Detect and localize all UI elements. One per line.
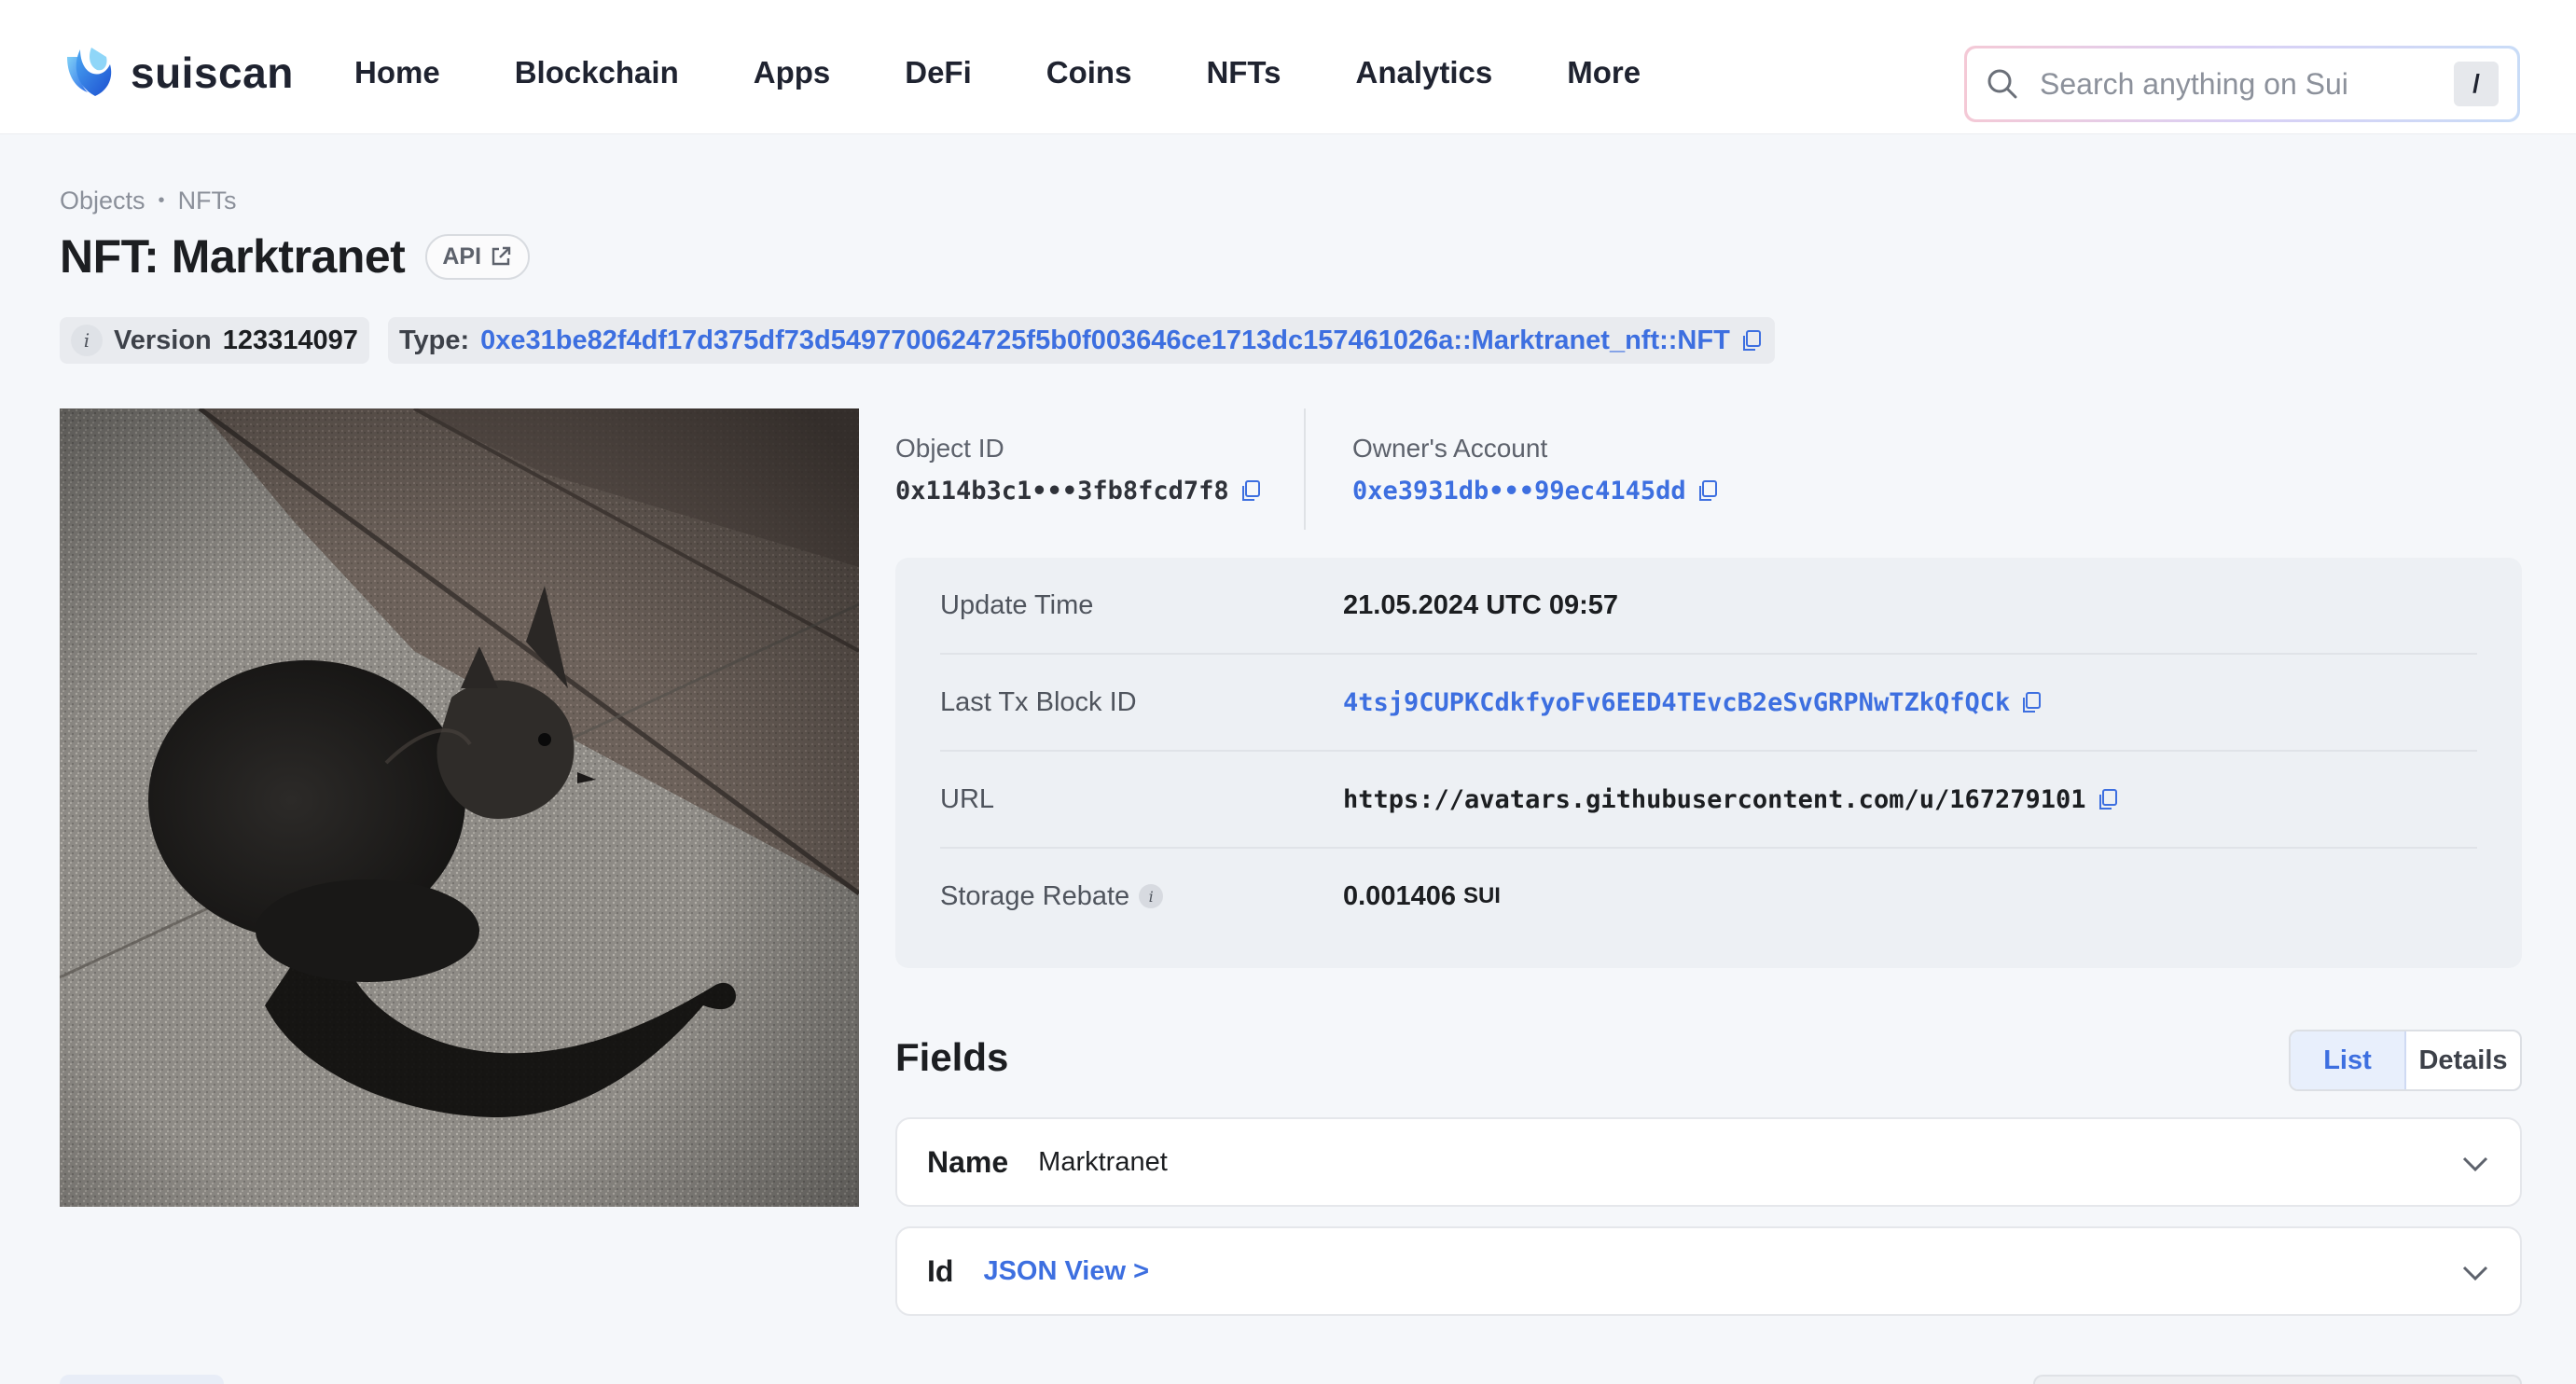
owner-value-row: 0xe3931db•••99ec4145dd [1352, 477, 1720, 505]
properties-card: Update Time 21.05.2024 UTC 09:57 Last Tx… [895, 558, 2522, 968]
nft-image-cat-photo [60, 408, 859, 1207]
meta-row: i Version 123314097 Type: 0xe31be82f4df1… [60, 317, 1775, 364]
version-label: Version [114, 325, 212, 355]
suiscan-logo-icon [67, 48, 112, 96]
nav-coins[interactable]: Coins [1009, 55, 1170, 90]
type-chip: Type: 0xe31be82f4df17d375df73d5497700624… [387, 317, 1775, 364]
update-time-value: 21.05.2024 UTC 09:57 [1343, 589, 1619, 620]
field-name: Name [927, 1144, 1009, 1179]
nav-nfts[interactable]: NFTs [1169, 55, 1318, 90]
copy-icon[interactable] [1696, 478, 1720, 503]
copy-icon[interactable] [2019, 690, 2043, 714]
info-icon[interactable]: i [1139, 884, 1164, 908]
search-icon [1987, 69, 2017, 99]
url-label: URL [940, 783, 995, 814]
search-shortcut-key: / [2454, 62, 2499, 106]
field-name: Id [927, 1253, 954, 1288]
details-view-button[interactable]: Details [2406, 1031, 2520, 1089]
storage-rebate-unit: SUI [1462, 883, 1501, 908]
storage-label-row: Storage Rebate i [940, 881, 1343, 912]
nav-more[interactable]: More [1530, 55, 1678, 90]
search-inner: / [1967, 48, 2517, 119]
nav-analytics[interactable]: Analytics [1319, 55, 1530, 90]
copy-icon[interactable] [1739, 328, 1764, 353]
copy-icon[interactable] [2096, 787, 2120, 811]
field-value: Marktranet [1038, 1146, 1168, 1177]
main-nav: Home Blockchain Apps DeFi Coins NFTs Ana… [317, 41, 1678, 104]
object-id-value: 0x114b3c1•••3fb8fcd7f8 [895, 476, 1229, 505]
property-row: Storage Rebate i 0.001406 SUI [940, 849, 2477, 944]
nav-apps[interactable]: Apps [716, 55, 868, 90]
owner-address-link[interactable]: 0xe3931db•••99ec4145dd [1352, 477, 1686, 505]
page-title-row: NFT: Marktranet API [60, 224, 531, 289]
breadcrumb-objects[interactable]: Objects [60, 187, 145, 215]
list-view-button[interactable]: List [2291, 1031, 2406, 1089]
type-label: Type: [398, 325, 470, 355]
bottom-tab-partial [60, 1375, 224, 1384]
object-id-block: Object ID 0x114b3c1•••3fb8fcd7f8 [895, 408, 1306, 530]
nav-defi[interactable]: DeFi [867, 55, 1009, 90]
copy-icon[interactable] [1239, 478, 1263, 503]
property-row: URL https://avatars.githubusercontent.co… [940, 752, 2477, 849]
suiscan-logo[interactable]: suiscan [60, 41, 294, 104]
version-value: 123314097 [222, 325, 358, 355]
owner-label: Owner's Account [1352, 433, 1548, 463]
json-view-link[interactable]: JSON View > [983, 1256, 1149, 1287]
update-time-label: Update Time [940, 589, 1094, 620]
url-value-row: https://avatars.githubusercontent.com/u/… [1343, 785, 2120, 814]
property-row: Last Tx Block ID 4tsj9CUPKCdkfyoFv6EED4T… [940, 655, 2477, 752]
breadcrumb-separator: • [158, 190, 165, 211]
nft-image [60, 408, 859, 1207]
breadcrumb-nfts[interactable]: NFTs [178, 187, 237, 215]
search-input[interactable] [2038, 65, 2454, 103]
storage-rebate-label: Storage Rebate [940, 880, 1130, 911]
property-row: Update Time 21.05.2024 UTC 09:57 [940, 558, 2477, 655]
field-row-name[interactable]: Name Marktranet [895, 1117, 2522, 1207]
site-header: suiscan Home Blockchain Apps DeFi Coins … [0, 11, 2576, 134]
breadcrumb: Objects • NFTs [60, 187, 237, 215]
api-label: API [442, 242, 482, 270]
object-ids: Object ID 0x114b3c1•••3fb8fcd7f8 Owner's… [895, 408, 1720, 530]
chevron-down-icon[interactable] [2458, 1256, 2492, 1290]
last-tx-value-row: 4tsj9CUPKCdkfyoFv6EED4TEvcB2eSvGRPNwTZkQ… [1343, 688, 2043, 717]
chevron-down-icon[interactable] [2458, 1147, 2492, 1181]
api-button[interactable]: API [425, 233, 531, 280]
field-row-id[interactable]: Id JSON View > [895, 1226, 2522, 1316]
url-value: https://avatars.githubusercontent.com/u/… [1343, 784, 2086, 814]
last-tx-label: Last Tx Block ID [940, 686, 1137, 717]
storage-rebate-value: 0.001406 [1343, 880, 1456, 911]
fields-view-toggle: List Details [2289, 1030, 2522, 1091]
nav-blockchain[interactable]: Blockchain [478, 55, 716, 90]
external-link-icon [492, 246, 511, 266]
type-value-link[interactable]: 0xe31be82f4df17d375df73d5497700624725f5b… [480, 325, 1730, 356]
brand-name: suiscan [131, 48, 294, 97]
search-box: / [1964, 46, 2520, 122]
object-id-value-row: 0x114b3c1•••3fb8fcd7f8 [895, 477, 1278, 505]
owner-block: Owner's Account 0xe3931db•••99ec4145dd [1306, 408, 1720, 530]
object-id-label: Object ID [895, 433, 1004, 463]
fields-heading: Fields [895, 1035, 1009, 1079]
last-tx-link[interactable]: 4tsj9CUPKCdkfyoFv6EED4TEvcB2eSvGRPNwTZkQ… [1343, 688, 2010, 717]
info-icon[interactable]: i [71, 325, 103, 356]
nav-home[interactable]: Home [317, 55, 478, 90]
storage-value-row: 0.001406 SUI [1343, 881, 1501, 912]
version-chip: i Version 123314097 [60, 317, 369, 364]
page-title: NFT: Marktranet [60, 230, 406, 283]
bottom-toggle-partial [2033, 1375, 2522, 1384]
